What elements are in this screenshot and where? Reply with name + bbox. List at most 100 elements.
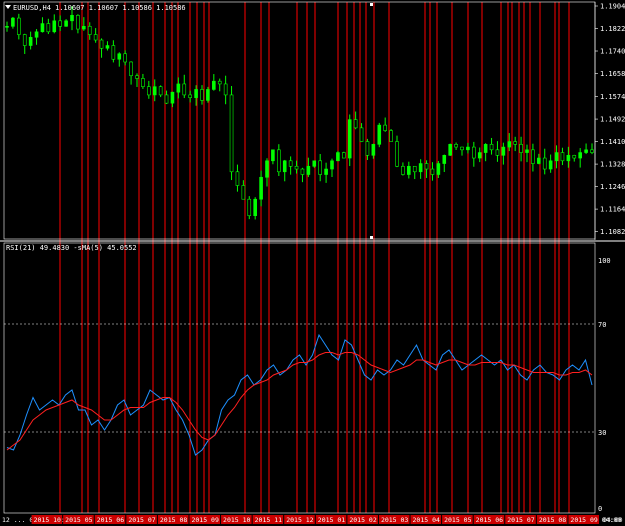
candle-body — [454, 144, 458, 148]
candle-body — [235, 171, 240, 186]
candle-body — [324, 168, 328, 175]
candle-body — [436, 163, 441, 175]
rsi-level-30-tick: 30 — [598, 429, 606, 437]
candle-body — [330, 160, 334, 170]
candle-body — [537, 157, 541, 164]
candle-body — [554, 152, 559, 162]
candle-body — [147, 86, 151, 96]
candle-body — [336, 152, 340, 162]
candle-body — [123, 53, 127, 63]
time-corner-label: 04:00 — [603, 516, 623, 524]
candle-body — [188, 94, 192, 98]
pane-menu-triangle-icon[interactable] — [5, 5, 11, 9]
candle-body — [28, 36, 33, 46]
candle-body — [359, 127, 364, 142]
candle-body — [300, 168, 305, 175]
candle-body — [407, 165, 411, 175]
candle-body — [206, 89, 210, 101]
candle-body — [76, 15, 80, 30]
candle-body — [82, 26, 86, 30]
candle-body — [40, 23, 45, 33]
chart-canvas[interactable]: EURUSD,H4 1.10607 1.10607 1.10586 1.1058… — [0, 0, 625, 526]
candle-body — [64, 20, 68, 27]
candle-body — [489, 144, 494, 151]
candle-body — [70, 15, 74, 22]
time-axis[interactable]: 12 ... 00:002015 10:002015 05 08:002015 … — [0, 514, 625, 526]
rsi-level-0-tick: 0 — [598, 505, 602, 513]
candle-body — [460, 146, 464, 151]
rsi-level-70-tick: 70 — [598, 321, 606, 329]
candle-body — [507, 141, 512, 148]
price-tick-label: 1.16580 — [600, 70, 625, 78]
shift-marker-bottom[interactable] — [370, 236, 373, 239]
candle-body — [288, 160, 293, 167]
candle-body — [5, 26, 9, 28]
candle-body — [229, 94, 234, 173]
candle-body — [501, 146, 506, 156]
candle-body — [152, 86, 157, 96]
candle-body — [401, 165, 405, 175]
candle-body — [164, 94, 169, 104]
candle-body — [519, 144, 523, 153]
chart-terminal[interactable]: EURUSD,H4 1.10607 1.10607 1.10586 1.1058… — [0, 0, 625, 526]
candle-body — [566, 155, 571, 162]
candle-body — [312, 160, 317, 167]
candle-body — [217, 80, 222, 85]
price-tick-label: 1.14100 — [600, 138, 625, 146]
price-tick-label: 1.13280 — [600, 161, 625, 169]
price-tick-label: 1.17400 — [600, 48, 625, 56]
candle-body — [282, 160, 287, 173]
candle-body — [111, 45, 116, 60]
candle-body — [141, 78, 145, 87]
candle-body — [253, 198, 257, 216]
candle-body — [241, 185, 246, 200]
candle-body — [265, 160, 269, 178]
price-tick-label: 1.10820 — [600, 228, 625, 236]
candle-series — [5, 6, 594, 220]
price-axis[interactable]: 1.19040 1.18220 1.17400 1.16580 1.15740 1.149… — [594, 2, 625, 240]
candle-body — [34, 31, 39, 38]
candle-body — [442, 155, 447, 164]
candle-body — [424, 163, 429, 170]
candle-body — [259, 176, 263, 200]
price-pane-frame — [3, 1, 596, 240]
candle-body — [525, 149, 529, 153]
candle-body — [572, 155, 577, 159]
candle-body — [342, 152, 346, 159]
candle-body — [182, 83, 187, 96]
candle-body — [223, 83, 228, 96]
candle-body — [531, 149, 535, 164]
candle-body — [383, 124, 387, 131]
candle-body — [430, 168, 435, 175]
rsi-level-100-tick: 100 — [598, 257, 611, 265]
candle-body — [495, 149, 500, 156]
candle-body — [194, 89, 198, 98]
candle-body — [548, 160, 553, 170]
candle-body — [176, 83, 181, 93]
rsi-sma-line — [6, 352, 593, 451]
candle-body — [17, 17, 21, 35]
candle-body — [412, 165, 417, 173]
candle-body — [472, 146, 476, 159]
rsi-pane-frame — [3, 242, 596, 514]
shift-marker-top[interactable] — [370, 3, 373, 6]
candle-body — [117, 53, 122, 60]
candle-body — [247, 198, 252, 216]
price-pane[interactable]: EURUSD,H4 1.10607 1.10607 1.10586 1.1058… — [3, 1, 596, 240]
candle-body — [590, 149, 594, 153]
candle-body — [22, 34, 27, 46]
rsi-label: RSI(21) 49.4830 -sMA(5) 45.0552 — [6, 244, 137, 252]
candle-body — [11, 17, 15, 27]
candle-body — [170, 91, 175, 104]
rsi-line — [6, 333, 593, 456]
candle-body — [200, 89, 204, 101]
candle-body — [466, 146, 470, 151]
price-tick-label: 1.11640 — [600, 206, 625, 214]
candle-body — [389, 130, 393, 142]
candle-body — [513, 141, 517, 145]
candle-body — [371, 144, 376, 156]
candle-body — [377, 124, 382, 145]
candle-body — [52, 20, 57, 33]
candle-body — [365, 141, 370, 156]
ohlc-label: 1.10607 1.10607 1.10586 1.10586 — [55, 4, 186, 12]
